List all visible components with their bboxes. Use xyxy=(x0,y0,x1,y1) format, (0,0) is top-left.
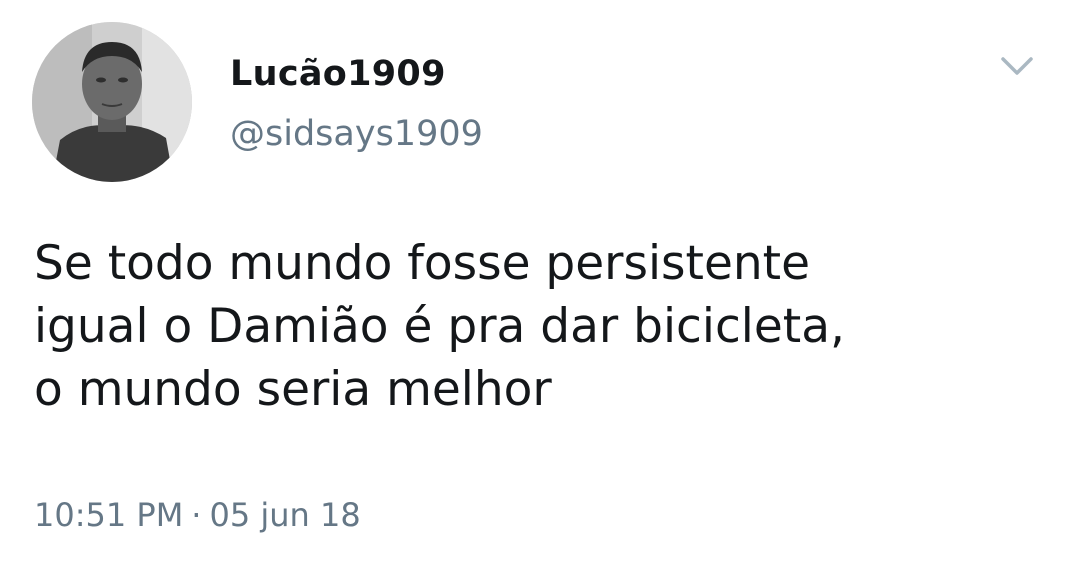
tweet-timestamp[interactable]: 10:51 PM · 05 jun 18 xyxy=(34,496,361,534)
avatar-photo xyxy=(32,22,192,182)
user-handle[interactable]: @sidsays1909 xyxy=(230,114,483,154)
tweet-card: Lucão1909 @sidsays1909 Se todo mundo fos… xyxy=(0,0,1070,575)
tweet-time: 10:51 PM xyxy=(34,496,184,534)
timestamp-separator: · xyxy=(191,496,202,534)
display-name[interactable]: Lucão1909 xyxy=(230,54,446,94)
tweet-text: Se todo mundo fosse persistente igual o … xyxy=(34,232,1054,421)
chevron-down-icon[interactable] xyxy=(994,48,1040,84)
tweet-text-line: Se todo mundo fosse persistente xyxy=(34,236,811,291)
tweet-date: 05 jun 18 xyxy=(209,496,361,534)
tweet-text-line: o mundo seria melhor xyxy=(34,362,552,417)
avatar[interactable] xyxy=(32,22,192,182)
tweet-text-line: igual o Damião é pra dar bicicleta, xyxy=(34,299,845,354)
